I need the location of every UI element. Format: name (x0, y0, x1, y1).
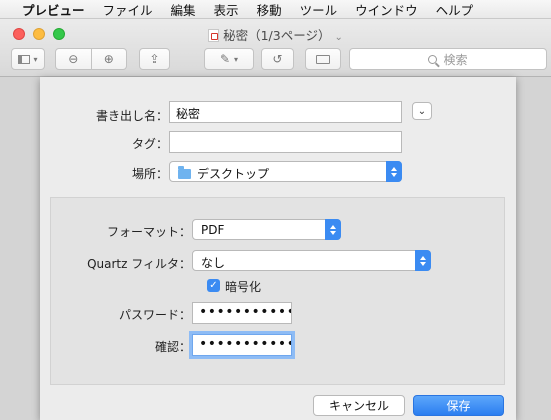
format-value: PDF (201, 223, 225, 237)
pdf-document-icon (208, 29, 220, 42)
markup-button[interactable]: ✎ ▾ (204, 48, 254, 70)
popup-stepper-icon (415, 250, 431, 271)
sidebar-view-button[interactable]: ▾ (11, 48, 45, 70)
menu-window[interactable]: ウインドウ (346, 0, 427, 18)
chevron-down-icon: ▾ (33, 54, 38, 64)
toolbox-button[interactable] (305, 48, 341, 70)
share-icon: ⇪ (149, 52, 160, 66)
markup-pen-icon: ✎ (219, 52, 231, 66)
where-popup[interactable]: デスクトップ (169, 161, 402, 182)
menu-bar: プレビュー ファイル 編集 表示 移動 ツール ウインドウ ヘルプ (0, 0, 551, 19)
export-as-input[interactable]: 秘密 (169, 101, 402, 123)
chevron-down-icon[interactable]: ⌄ (334, 32, 342, 43)
menu-edit[interactable]: 編集 (162, 0, 205, 18)
chevron-down-icon: ⌄ (417, 105, 427, 117)
zoom-out-button[interactable]: ⊖ (56, 49, 91, 69)
export-sheet: 書き出し名： 秘密 ⌄ タグ： 場所： デスクトップ フォーマット： PDF Q… (40, 77, 516, 420)
share-button[interactable]: ⇪ (139, 48, 170, 70)
popup-stepper-icon (325, 219, 341, 240)
menu-tools[interactable]: ツール (291, 0, 347, 18)
menu-file[interactable]: ファイル (94, 0, 162, 18)
rotate-button[interactable]: ↺ (261, 48, 294, 70)
document-page-right (516, 77, 551, 420)
where-value: デスクトップ (197, 167, 270, 181)
encrypt-checkbox[interactable]: ✓ (207, 279, 220, 292)
menu-go[interactable]: 移動 (248, 0, 291, 18)
folder-icon (178, 166, 191, 179)
document-page-left (0, 77, 40, 420)
search-placeholder: 検索 (443, 52, 468, 67)
window-title[interactable]: 秘密（1/3ページ） ⌄ (0, 25, 551, 44)
save-button[interactable]: 保存 (413, 395, 504, 416)
format-options-panel: フォーマット： PDF Quartz フィルタ： なし ✓ 暗号化 パスワード：… (50, 197, 505, 385)
rotate-icon: ↺ (272, 52, 283, 66)
encrypt-label: 暗号化 (225, 280, 262, 294)
tags-label: タグ： (131, 137, 168, 151)
popup-stepper-icon (386, 161, 402, 182)
password-label: パスワード： (118, 308, 191, 322)
quartz-filter-value: なし (201, 256, 226, 270)
search-field[interactable]: 検索 (349, 48, 547, 70)
zoom-out-icon: ⊖ (68, 52, 79, 66)
format-popup[interactable]: PDF (192, 219, 341, 240)
quartz-filter-popup[interactable]: なし (192, 250, 431, 271)
sidebar-icon (18, 54, 31, 64)
verify-password-input[interactable]: ••••••••••••• (192, 334, 292, 356)
tags-input[interactable] (169, 131, 402, 153)
toolbox-icon (316, 54, 330, 64)
format-label: フォーマット： (106, 225, 191, 239)
expand-dialog-button[interactable]: ⌄ (412, 102, 432, 120)
zoom-button-group: ⊖ ⊕ (55, 48, 127, 70)
menu-preview[interactable]: プレビュー (16, 0, 94, 18)
cancel-button[interactable]: キャンセル (313, 395, 405, 416)
zoom-in-button[interactable]: ⊕ (92, 49, 127, 69)
password-input[interactable]: ••••••••••••• (192, 302, 292, 324)
zoom-in-icon: ⊕ (103, 52, 114, 66)
menu-help[interactable]: ヘルプ (427, 0, 483, 18)
export-as-label: 書き出し名： (95, 109, 168, 123)
verify-label: 確認： (154, 340, 191, 354)
chevron-down-icon: ▾ (234, 54, 239, 64)
menu-view[interactable]: 表示 (205, 0, 248, 18)
window-title-text: 秘密（1/3ページ） (223, 28, 331, 43)
quartz-filter-label: Quartz フィルタ： (87, 257, 191, 271)
search-icon (428, 54, 438, 64)
where-label: 場所： (131, 167, 168, 181)
